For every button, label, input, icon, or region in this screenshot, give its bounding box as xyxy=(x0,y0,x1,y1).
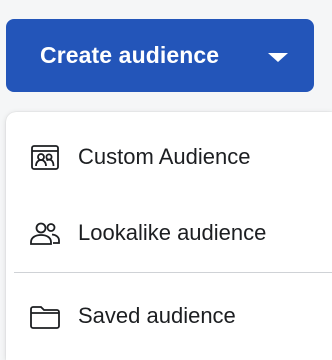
people-icon xyxy=(28,220,62,248)
custom-audience-icon xyxy=(28,144,62,172)
create-audience-button[interactable]: Create audience xyxy=(6,19,314,92)
menu-divider xyxy=(14,272,332,273)
folder-icon xyxy=(28,303,62,331)
audience-dropdown-menu: Custom Audience Lookalike audience Saved… xyxy=(6,112,332,360)
page: Create audience Custom Audience Lookalik… xyxy=(0,0,332,360)
menu-item-label: Lookalike audience xyxy=(78,220,267,245)
menu-item-custom-audience[interactable]: Custom Audience xyxy=(6,130,332,186)
chevron-down-icon[interactable] xyxy=(268,53,288,62)
menu-item-lookalike-audience[interactable]: Lookalike audience xyxy=(6,206,332,262)
menu-item-label: Saved audience xyxy=(78,303,236,328)
menu-item-saved-audience[interactable]: Saved audience xyxy=(6,289,332,345)
menu-item-label: Custom Audience xyxy=(78,144,251,169)
create-audience-label: Create audience xyxy=(40,42,220,68)
